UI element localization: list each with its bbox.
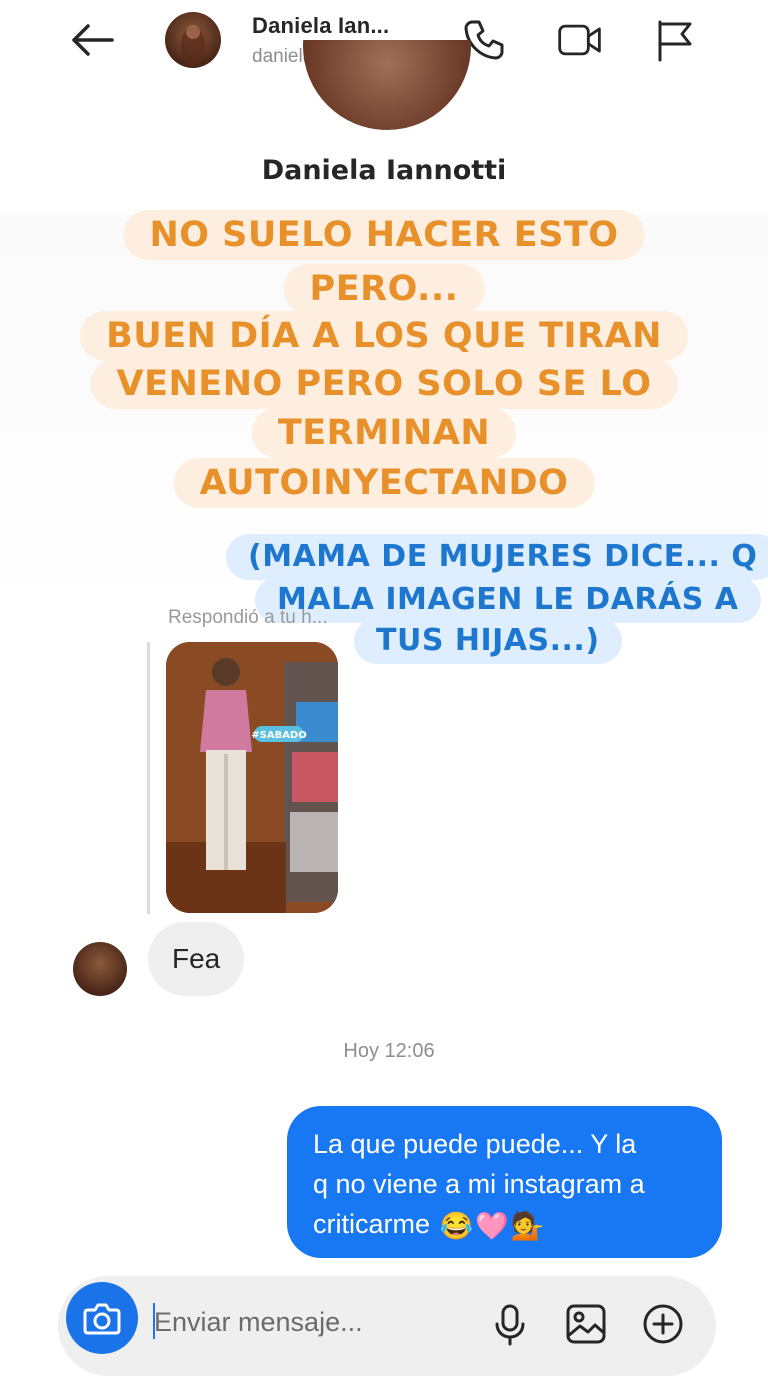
timestamp: Hoy 12:06 (343, 1040, 435, 1062)
contact-name[interactable]: Daniela Ian... (252, 13, 389, 39)
story-author-name: Daniela Iannotti (261, 155, 507, 186)
story-avatar (303, 40, 471, 130)
quote-line: (MAMA DE MUJERES DICE... Q (226, 534, 768, 580)
outgoing-line-3: criticarme 😂🩷💁 (313, 1204, 696, 1246)
thumbnail-tag: #SABADO (251, 730, 306, 741)
pink-heart-emoji-icon: 🩷 (475, 1210, 509, 1241)
camera-icon (83, 1303, 121, 1335)
video-camera-icon[interactable] (556, 16, 604, 64)
caption-line: VENENO PERO SOLO SE LO (90, 359, 678, 409)
profile-avatar[interactable] (165, 12, 221, 68)
quote-line: TUS HIJAS...) (354, 618, 622, 664)
incoming-message-text: Fea (172, 943, 221, 974)
person-tipping-hand-emoji-icon: 💁 (510, 1210, 545, 1241)
plus-icon[interactable] (641, 1302, 685, 1346)
message-input[interactable]: Enviar mensaje... (154, 1307, 363, 1338)
back-arrow-icon[interactable] (64, 18, 120, 62)
caption-line: NO SUELO HACER ESTO (123, 210, 645, 260)
reply-indicator-bar (147, 642, 150, 914)
quote-line: MALA IMAGEN LE DARÁS A (255, 577, 761, 623)
caption-line: BUEN DÍA A LOS QUE TIRAN (80, 311, 688, 361)
caption-line: PERO... (283, 264, 485, 314)
caption-line: TERMINAN (251, 408, 517, 458)
flag-icon[interactable] (650, 16, 698, 64)
outgoing-message[interactable]: La que puede puede... Y la q no viene a … (287, 1106, 722, 1258)
camera-button[interactable] (66, 1282, 138, 1354)
caption-line: AUTOINYECTANDO (173, 458, 595, 508)
sender-avatar[interactable] (73, 942, 127, 996)
gallery-icon[interactable] (564, 1302, 608, 1346)
outgoing-line-text: criticarme (313, 1209, 431, 1239)
story-thumbnail[interactable]: #SABADO (166, 642, 338, 913)
laughing-emoji-icon: 😂 (439, 1210, 474, 1241)
microphone-icon[interactable] (488, 1302, 532, 1346)
replied-to-story-label: Respondió a tu h... (168, 607, 328, 628)
outgoing-line: q no viene a mi instagram a (313, 1169, 645, 1199)
outgoing-line: La que puede puede... Y la (313, 1129, 637, 1159)
incoming-message[interactable]: Fea (148, 922, 245, 996)
